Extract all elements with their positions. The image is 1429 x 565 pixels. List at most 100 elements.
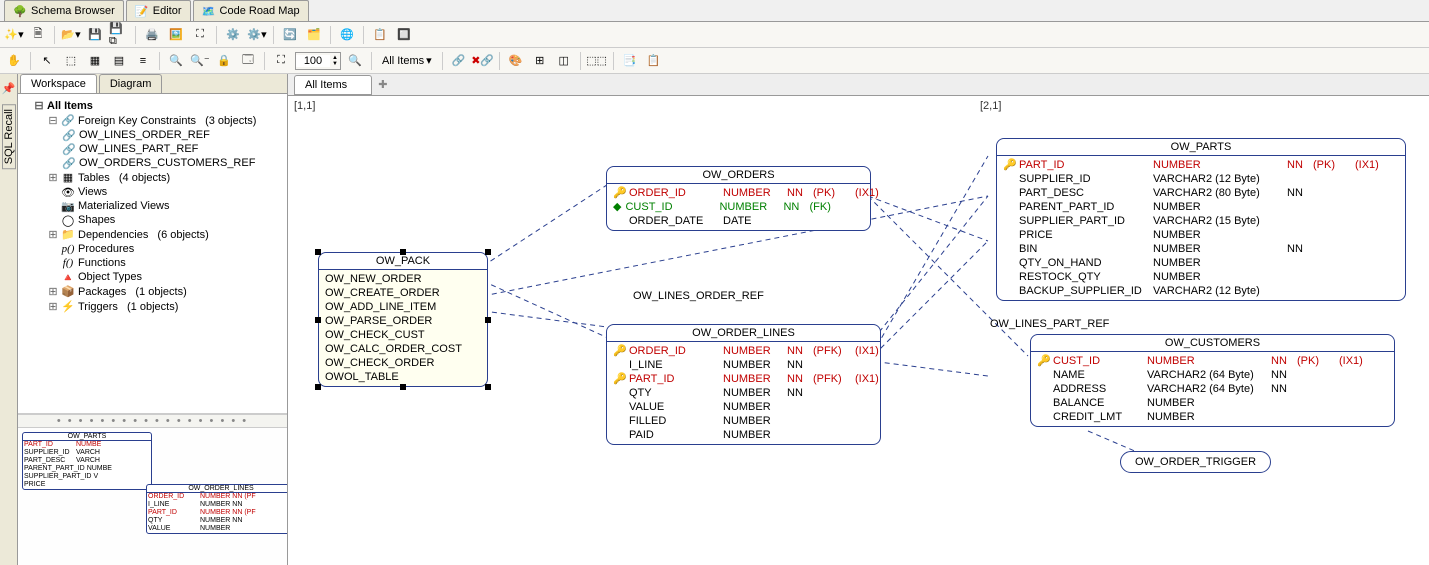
grid-tool[interactable]: ▤ [109, 51, 129, 71]
tab-workspace[interactable]: Workspace [20, 74, 97, 93]
tree-otypes[interactable]: 🔺Object Types [48, 270, 285, 284]
tab-label: Code Road Map [220, 5, 300, 17]
entity-body: 🔑PART_IDNUMBERNN(PK)(IX1) SUPPLIER_IDVAR… [997, 156, 1405, 300]
refresh-button[interactable]: 🔄 [280, 25, 300, 45]
tree-mviews[interactable]: 📷Materialized Views [48, 199, 285, 213]
tree-fk-item[interactable]: 🔗OW_LINES_PART_REF [62, 142, 285, 156]
entity-trigger[interactable]: OW_ORDER_TRIGGER [1120, 451, 1271, 473]
entity-title: OW_ORDERS [607, 167, 870, 184]
pin-icon[interactable]: 📌 [0, 78, 19, 98]
mm-lines[interactable]: OW_ORDER_LINES ORDER_IDNUMBER NN (PF I_L… [146, 484, 287, 534]
splitter[interactable]: • • • • • • • • • • • • • • • • • • [18, 414, 287, 428]
entity-body: OW_NEW_ORDER OW_CREATE_ORDER OW_ADD_LINE… [319, 270, 487, 386]
add-tab-button[interactable]: ✚ [372, 75, 393, 94]
tree-views[interactable]: 👁Views [48, 185, 285, 199]
filter-dropdown[interactable]: All Items ▾ [378, 54, 436, 67]
fk-label-1: OW_LINES_ORDER_REF [633, 290, 764, 302]
entity-ow-pack[interactable]: OW_PACK OW_NEW_ORDER OW_CREATE_ORDER OW_… [318, 252, 488, 387]
coord-2: [2,1] [980, 100, 1001, 112]
save-button[interactable]: 💾 [85, 25, 105, 45]
shape-icon: ◯ [61, 214, 75, 226]
map-icon: 🗺️ [202, 4, 216, 18]
fit-window-tool[interactable]: ⛶ [271, 51, 291, 71]
tab-schema-browser[interactable]: 🌳 Schema Browser [4, 0, 124, 21]
zoom-tool[interactable]: 🔍 [166, 51, 186, 71]
filter-icon-button[interactable]: 🔲 [394, 25, 414, 45]
chevron-down-icon: ▾ [426, 54, 432, 67]
copy-image-button[interactable]: 🖼️ [166, 25, 186, 45]
tree-fk-item[interactable]: 🔗OW_ORDERS_CUSTOMERS_REF [62, 156, 285, 170]
tree-procs[interactable]: p()Procedures [48, 242, 285, 256]
new-button[interactable]: 🗎 [28, 25, 48, 45]
relation-tool[interactable]: 🔗 [449, 51, 469, 71]
open-button[interactable]: 📂▾ [61, 25, 81, 45]
select-tool[interactable]: ⬚ [61, 51, 81, 71]
window-tool[interactable]: 🗔 [238, 51, 258, 71]
expand-icon[interactable]: ⊞ [48, 228, 58, 241]
tree-root[interactable]: ⊟All Items [34, 98, 285, 113]
tree-deps[interactable]: ⊞📁Dependencies (6 objects) [48, 227, 285, 242]
entity-ow-parts[interactable]: OW_PARTS 🔑PART_IDNUMBERNN(PK)(IX1) SUPPL… [996, 138, 1406, 301]
snap-tool[interactable]: ◫ [554, 51, 574, 71]
layout-tool[interactable]: ⬚⬚ [587, 51, 607, 71]
entity-body: 🔑ORDER_IDNUMBERNN(PK)(IX1) ◆CUST_IDNUMBE… [607, 184, 870, 230]
canvas-tab-all-items[interactable]: All Items [294, 75, 372, 95]
tree-tables[interactable]: ⊞▦Tables (4 objects) [48, 170, 285, 185]
wizard-button[interactable]: ✨▾ [4, 25, 24, 45]
tab-label: Editor [153, 5, 182, 17]
diagram-canvas[interactable]: [1,1] [2,1] OW_PACK OW_NEW_ORDER OW_C [288, 96, 1429, 565]
pointer-tool[interactable]: ↖ [37, 51, 57, 71]
export-button[interactable]: 📋 [370, 25, 390, 45]
toolbar-2: ✋ ↖ ⬚ ▦ ▤ ≡ 🔍 🔍⁻ 🔒 🗔 ⛶ ▲▼ 🔍 All Items ▾ … [0, 48, 1429, 74]
tab-code-road-map[interactable]: 🗺️ Code Road Map [193, 0, 309, 21]
hand-tool[interactable]: ✋ [4, 51, 24, 71]
help-button[interactable]: 🌐 [337, 25, 357, 45]
expand-icon[interactable]: ⊞ [48, 285, 58, 298]
print-button[interactable]: 🖨️ [142, 25, 162, 45]
pk-icon: 🔑 [1037, 354, 1049, 368]
expand-icon[interactable]: ⊞ [48, 300, 58, 313]
zoom-down[interactable]: ▼ [330, 61, 340, 67]
collapse-icon[interactable]: ⊟ [48, 114, 58, 127]
minimap[interactable]: OW_PARTS PART_IDNUMBE SUPPLIER_IDVARCH P… [18, 428, 287, 565]
left-pane: Workspace Diagram ⊟All Items ⊟🔗Foreign K… [18, 74, 288, 565]
zoom-input[interactable] [296, 55, 330, 67]
fit-button[interactable]: ⛶ [190, 25, 210, 45]
tree-funcs[interactable]: f()Functions [48, 256, 285, 270]
doc-tool-2[interactable]: 📋 [644, 51, 664, 71]
save-all-button[interactable]: 💾⧉ [109, 25, 129, 45]
cut-link-tool[interactable]: ✖🔗 [473, 51, 493, 71]
table-tool[interactable]: ▦ [85, 51, 105, 71]
tree-trigs[interactable]: ⊞⚡Triggers (1 objects) [48, 299, 285, 314]
layout-button[interactable]: 🗂️ [304, 25, 324, 45]
sql-recall-tab[interactable]: SQL Recall [2, 104, 16, 169]
options-button[interactable]: ⚙️ [223, 25, 243, 45]
mm-parts[interactable]: OW_PARTS PART_IDNUMBE SUPPLIER_IDVARCH P… [22, 432, 152, 490]
tree-shapes[interactable]: ◯Shapes [48, 213, 285, 227]
expand-icon[interactable]: ⊞ [48, 171, 58, 184]
collapse-icon[interactable]: ⊟ [34, 99, 44, 112]
entity-ow-orders[interactable]: OW_ORDERS 🔑ORDER_IDNUMBERNN(PK)(IX1) ◆CU… [606, 166, 871, 231]
tab-editor[interactable]: 📝 Editor [126, 0, 191, 21]
folder-icon: 📁 [61, 229, 75, 241]
entity-ow-order-lines[interactable]: OW_ORDER_LINES 🔑ORDER_IDNUMBERNN(PFK)(IX… [606, 324, 881, 445]
doc-tool[interactable]: 📑 [620, 51, 640, 71]
lock-tool[interactable]: 🔒 [214, 51, 234, 71]
zoom-out-tool[interactable]: 🔍⁻ [190, 51, 210, 71]
options-dropdown[interactable]: ⚙️▾ [247, 25, 267, 45]
zoom-apply[interactable]: 🔍 [345, 51, 365, 71]
list-tool[interactable]: ≡ [133, 51, 153, 71]
zoom-stepper[interactable]: ▲▼ [295, 52, 341, 70]
pk-icon: 🔑 [1003, 158, 1015, 172]
tree-fk-item[interactable]: 🔗OW_LINES_ORDER_REF [62, 128, 285, 142]
entity-ow-customers[interactable]: OW_CUSTOMERS 🔑CUST_IDNUMBERNN(PK)(IX1) N… [1030, 334, 1395, 427]
color-tool[interactable]: 🎨 [506, 51, 526, 71]
tree-fk[interactable]: ⊟🔗Foreign Key Constraints (3 objects) [48, 113, 285, 128]
tab-diagram[interactable]: Diagram [99, 74, 163, 93]
tree-pkgs[interactable]: ⊞📦Packages (1 objects) [48, 284, 285, 299]
pk-icon: 🔑 [613, 372, 625, 386]
func-icon: f() [61, 257, 75, 269]
object-tree[interactable]: ⊟All Items ⊟🔗Foreign Key Constraints (3 … [18, 94, 287, 414]
grid-toggle[interactable]: ⊞ [530, 51, 550, 71]
toolbar-1: ✨▾ 🗎 📂▾ 💾 💾⧉ 🖨️ 🖼️ ⛶ ⚙️ ⚙️▾ 🔄 🗂️ 🌐 📋 🔲 [0, 22, 1429, 48]
